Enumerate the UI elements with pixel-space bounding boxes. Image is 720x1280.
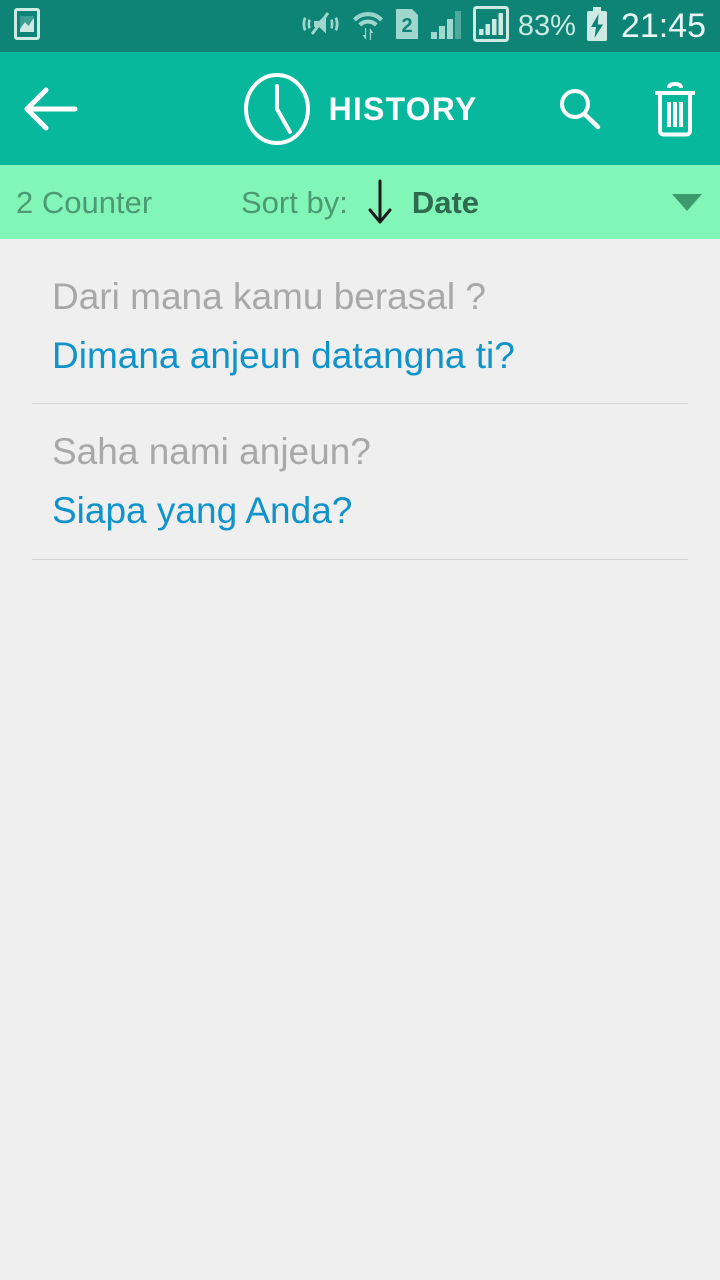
app-toolbar: HISTORY	[0, 52, 720, 165]
battery-percent-label: 83%	[517, 9, 576, 42]
back-arrow-icon	[24, 87, 78, 130]
gallery-image-icon	[14, 7, 40, 45]
status-bar: 2 83% 21:45	[0, 0, 720, 52]
clock-icon	[243, 72, 310, 145]
history-source-text: Dari mana kamu berasal ?	[52, 276, 486, 317]
history-translation-text: Siapa yang Anda?	[52, 489, 353, 531]
sort-dropdown-button[interactable]	[670, 191, 704, 213]
delete-all-button[interactable]	[652, 81, 698, 137]
history-screen: 2 83% 21:45 HISTORY 2 Counter Sort by: D…	[0, 0, 720, 1280]
list-divider	[32, 558, 688, 560]
history-list: Dari mana kamu berasal ? Dimana anjeun d…	[0, 239, 720, 560]
arrow-down-icon	[368, 179, 392, 224]
sort-bar: 2 Counter Sort by: Date	[0, 165, 720, 239]
delete-icon	[655, 81, 695, 136]
sim2-icon: 2	[393, 7, 421, 46]
vibrate-mute-icon	[301, 8, 343, 45]
search-icon	[560, 88, 601, 129]
toolbar-actions	[556, 81, 698, 137]
page-title: HISTORY	[328, 90, 478, 127]
sort-value-label: Date	[411, 184, 480, 220]
list-item[interactable]: Saha nami anjeun? Siapa yang Anda?	[0, 404, 720, 560]
wifi-data-icon	[352, 7, 384, 46]
history-source-text: Saha nami anjeun?	[52, 431, 371, 473]
sort-by-label: Sort by:	[240, 184, 348, 220]
battery-charging-icon	[585, 6, 609, 46]
history-translation-text: Dimana anjeun datangna ti?	[52, 334, 515, 376]
signal-bars-boxed-icon	[472, 5, 509, 47]
svg-text:2: 2	[401, 15, 412, 37]
chevron-down-icon	[672, 194, 702, 211]
signal-bars-icon	[430, 8, 464, 45]
status-bar-left-icons	[14, 7, 40, 45]
sort-direction-button[interactable]	[366, 177, 394, 227]
status-bar-right-icons: 2 83% 21:45	[301, 5, 706, 47]
back-button[interactable]	[22, 87, 92, 131]
status-bar-clock: 21:45	[620, 7, 706, 45]
counter-label: 2 Counter	[16, 184, 153, 220]
search-button[interactable]	[556, 85, 604, 133]
list-item[interactable]: Dari mana kamu berasal ? Dimana anjeun d…	[0, 249, 720, 405]
